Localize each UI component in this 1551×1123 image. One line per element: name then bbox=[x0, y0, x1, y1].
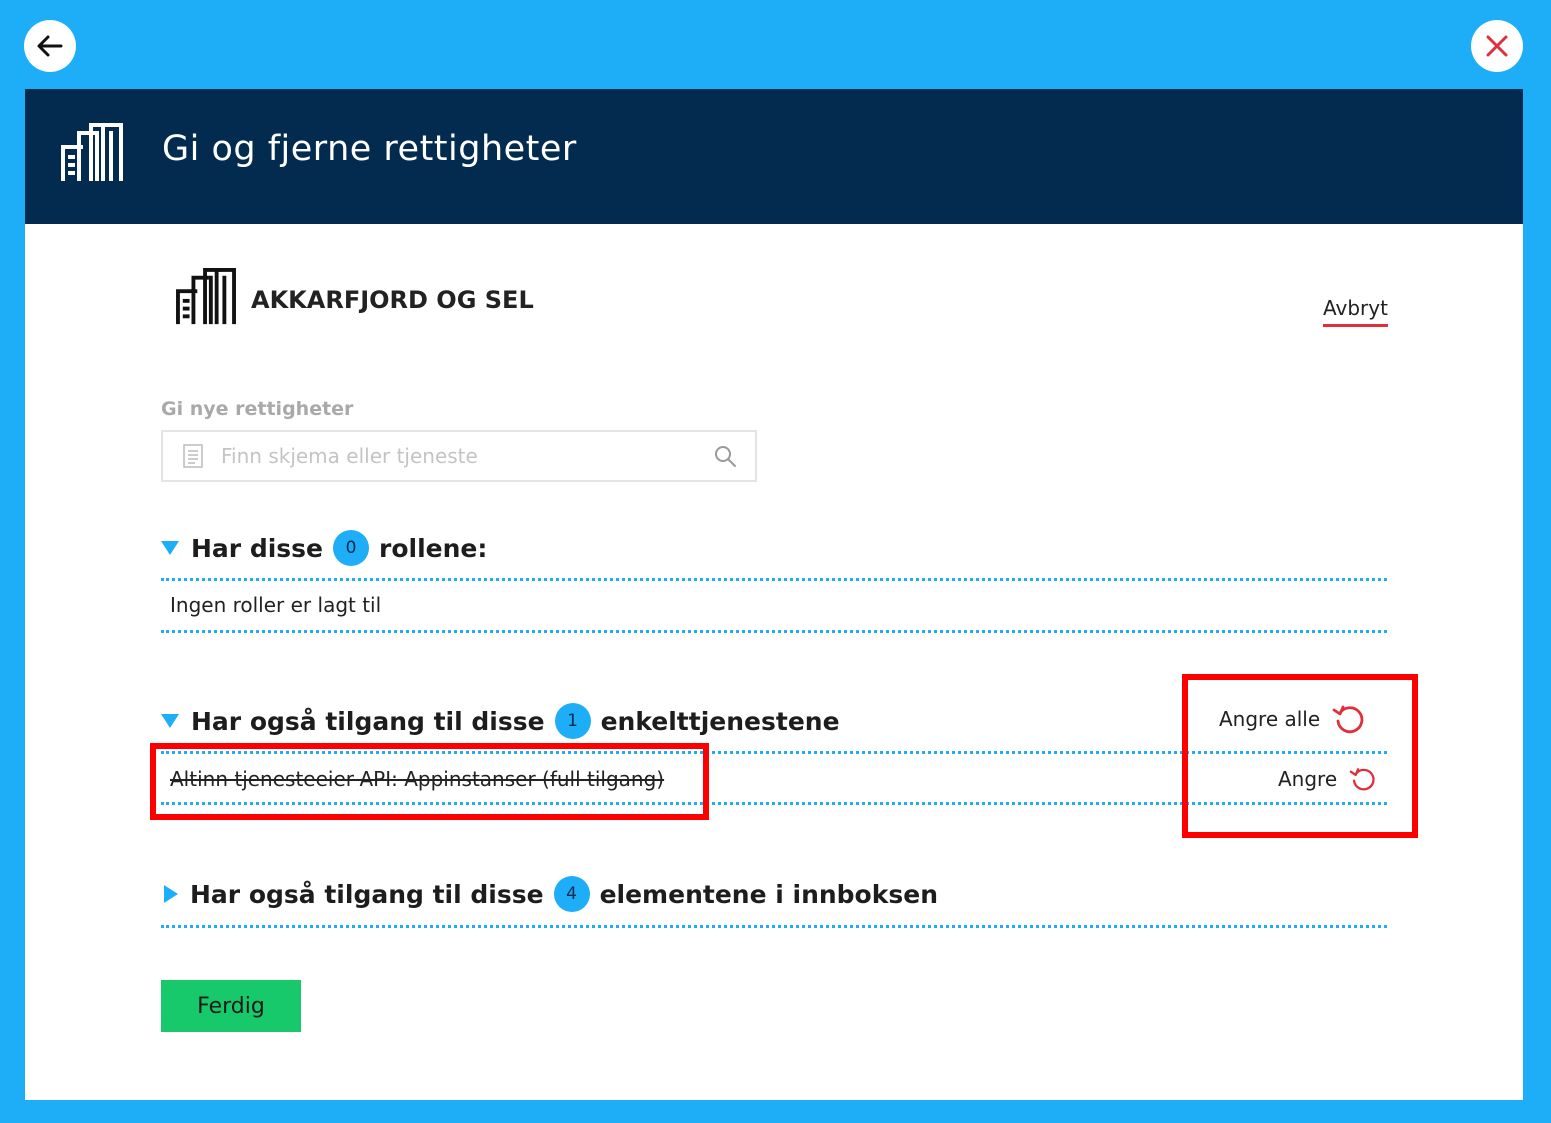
section-title-suffix: elementene i innboksen bbox=[599, 879, 938, 909]
search-input[interactable] bbox=[219, 441, 693, 471]
inbox-section-toggle[interactable]: Har også tilgang til disse 4 elementene … bbox=[161, 876, 938, 912]
count-badge: 1 bbox=[554, 703, 591, 739]
highlight-box bbox=[150, 743, 709, 820]
organization-name: AKKARFJORD OG SEL bbox=[251, 286, 534, 314]
section-title-prefix: Har også tilgang til disse bbox=[190, 879, 544, 909]
roles-section-toggle[interactable]: Har disse 0 rollene: bbox=[161, 530, 487, 566]
rights-modal: Gi og fjerne rettigheter AKKARFJORD OG S… bbox=[25, 89, 1523, 1100]
search-icon[interactable] bbox=[713, 444, 737, 468]
done-button[interactable]: Ferdig bbox=[161, 980, 301, 1032]
document-icon bbox=[183, 444, 203, 468]
divider bbox=[161, 578, 1387, 581]
search-label: Gi nye rettigheter bbox=[161, 398, 354, 420]
section-title-suffix: rollene: bbox=[379, 533, 488, 563]
modal-title: Gi og fjerne rettigheter bbox=[162, 129, 577, 169]
arrow-left-icon bbox=[37, 35, 63, 57]
search-field[interactable] bbox=[161, 430, 757, 482]
section-title-prefix: Har disse bbox=[191, 533, 324, 563]
close-button[interactable] bbox=[1471, 20, 1523, 72]
empty-roles-text: Ingen roller er lagt til bbox=[170, 593, 382, 617]
section-title-suffix: enkelttjenestene bbox=[600, 706, 840, 736]
section-title-prefix: Har også tilgang til disse bbox=[191, 706, 545, 736]
building-icon bbox=[176, 268, 236, 325]
modal-header: Gi og fjerne rettigheter bbox=[25, 89, 1523, 224]
divider bbox=[161, 925, 1387, 928]
triangle-right-icon bbox=[164, 885, 178, 903]
close-x-icon bbox=[1486, 35, 1508, 57]
back-button[interactable] bbox=[24, 20, 76, 72]
triangle-down-icon bbox=[161, 714, 179, 728]
triangle-down-icon bbox=[161, 541, 179, 555]
count-badge: 4 bbox=[553, 876, 590, 912]
highlight-box bbox=[1182, 674, 1418, 838]
services-section-toggle[interactable]: Har også tilgang til disse 1 enkelttjene… bbox=[161, 703, 840, 739]
building-icon bbox=[61, 123, 123, 181]
cancel-link[interactable]: Avbryt bbox=[1323, 296, 1388, 327]
divider bbox=[161, 630, 1387, 633]
count-badge: 0 bbox=[333, 530, 370, 566]
